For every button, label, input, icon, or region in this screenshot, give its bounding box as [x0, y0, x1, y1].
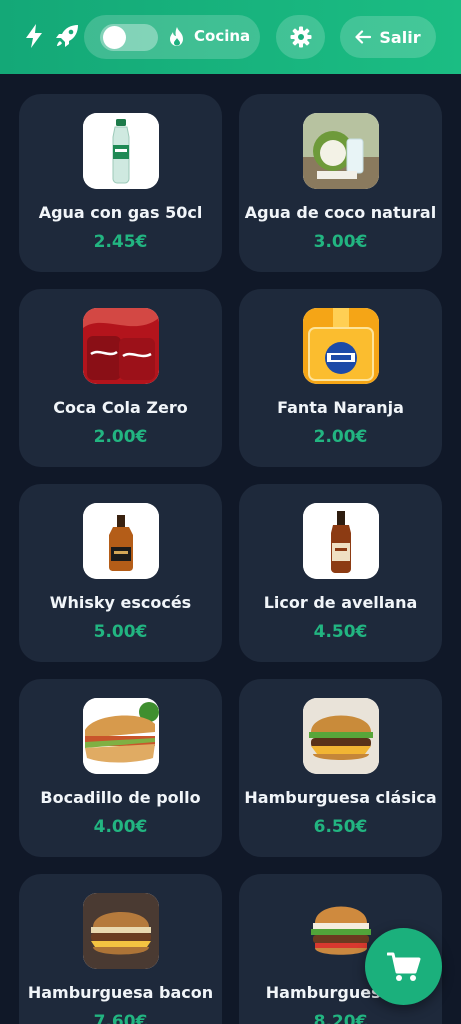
- toggle-switch[interactable]: [100, 24, 158, 51]
- product-name: Bocadillo de pollo: [40, 788, 201, 807]
- product-price: 4.00€: [93, 817, 148, 837]
- product-card[interactable]: Agua de coco natural 3.00€: [239, 94, 442, 272]
- product-image: [83, 698, 159, 774]
- mode-label: Cocina: [194, 27, 251, 45]
- product-image: [83, 113, 159, 189]
- arrow-left-icon: [355, 30, 372, 44]
- product-card[interactable]: Coca Cola Zero 2.00€: [19, 289, 222, 467]
- product-card[interactable]: Bocadillo de pollo 4.00€: [19, 679, 222, 857]
- product-name: Licor de avellana: [263, 593, 418, 612]
- product-card[interactable]: Fanta Naranja 2.00€: [239, 289, 442, 467]
- product-name: Whisky escocés: [49, 593, 192, 612]
- product-grid: Agua con gas 50cl 2.45€ Agua de coco nat…: [19, 94, 442, 1024]
- product-image: [303, 113, 379, 189]
- shopping-cart-icon: [386, 952, 420, 981]
- product-card[interactable]: Agua con gas 50cl 2.45€: [19, 94, 222, 272]
- product-name: Hamburguesa clásica: [244, 788, 437, 807]
- product-price: 5.00€: [93, 622, 148, 642]
- product-card[interactable]: Licor de avellana 4.50€: [239, 484, 442, 662]
- kitchen-mode-toggle[interactable]: Cocina: [84, 15, 260, 59]
- product-image: [303, 698, 379, 774]
- product-card[interactable]: Hamburguesa bacon 7.60€: [19, 874, 222, 1024]
- product-image: [303, 503, 379, 579]
- product-image: [83, 503, 159, 579]
- product-name: Fanta Naranja: [277, 398, 404, 417]
- product-card[interactable]: Hamburguesa clásica 6.50€: [239, 679, 442, 857]
- product-image: [303, 308, 379, 384]
- product-price: 3.00€: [313, 232, 368, 252]
- product-name: Coca Cola Zero: [53, 398, 188, 417]
- product-image: [83, 308, 159, 384]
- product-price: 6.50€: [313, 817, 368, 837]
- exit-button[interactable]: Salir: [340, 16, 436, 58]
- rocket-icon[interactable]: [50, 19, 84, 53]
- flame-icon: [170, 27, 183, 46]
- product-price: 4.50€: [313, 622, 368, 642]
- product-card[interactable]: Whisky escocés 5.00€: [19, 484, 222, 662]
- product-price: 2.00€: [93, 427, 148, 447]
- product-price: 2.45€: [93, 232, 148, 252]
- bolt-icon[interactable]: [17, 19, 51, 53]
- product-name: Hamburguesa bacon: [27, 983, 214, 1002]
- product-price: 7.60€: [93, 1012, 148, 1024]
- product-name: Agua con gas 50cl: [38, 203, 203, 222]
- settings-button[interactable]: [276, 15, 325, 59]
- product-price: 8.20€: [313, 1012, 368, 1024]
- product-name: Agua de coco natural: [244, 203, 437, 222]
- product-image: [83, 893, 159, 969]
- product-price: 2.00€: [313, 427, 368, 447]
- gear-icon: [290, 26, 311, 48]
- exit-label: Salir: [379, 27, 421, 47]
- top-bar: Cocina Salir: [0, 0, 461, 74]
- cart-button[interactable]: [365, 928, 442, 1005]
- toggle-knob: [103, 26, 126, 49]
